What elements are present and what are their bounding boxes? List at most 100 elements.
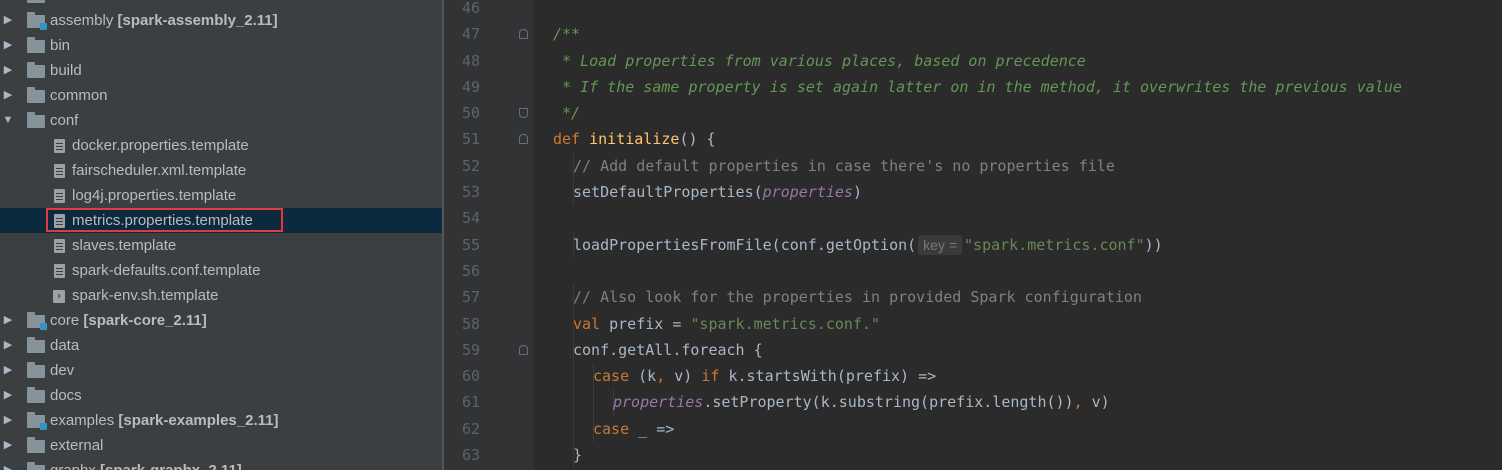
tree-item-fairscheduler-xml-template[interactable]: fairscheduler.xml.template [0, 158, 442, 183]
code-token: , [656, 367, 675, 386]
module-name: [spark-graphx_2.11] [100, 462, 242, 470]
chevron-right-icon[interactable]: ▶ [2, 383, 14, 408]
code-text: val prefix = "spark.metrics.conf." [573, 311, 880, 337]
folder-icon [27, 112, 45, 128]
code-text: case _ => [593, 416, 674, 442]
line-number: 63 [461, 446, 480, 465]
code-text: def initialize() { [553, 126, 716, 152]
tree-item-docker-properties-template[interactable]: docker.properties.template [0, 133, 442, 158]
tree-item-label: log4j.properties.template [72, 183, 236, 208]
tree-item-docs[interactable]: ▶ docs [0, 383, 442, 408]
tree-item-label: assembly [spark-assembly_2.11] [50, 8, 278, 33]
tree-item-label: core [spark-core_2.11] [50, 308, 207, 333]
tree-item-common[interactable]: ▶ common [0, 83, 442, 108]
code-line: 59 conf.getAll.foreach { [444, 336, 1502, 364]
tree-item-data[interactable]: ▶ data [0, 333, 442, 358]
tree-item-conf[interactable]: ▼ conf [0, 108, 442, 133]
line-number: 54 [461, 209, 480, 228]
code-line: 52 // Add default properties in case ther… [444, 152, 1502, 180]
tree-item-graphx[interactable]: ▶ graphx [spark-graphx_2.11] [0, 458, 442, 470]
code-token: prefix = [609, 314, 691, 333]
module-folder-icon [27, 312, 47, 330]
chevron-right-icon[interactable]: ▶ [2, 58, 14, 83]
tree-item-external[interactable]: ▶ external [0, 433, 442, 458]
tree-item-label: docs [50, 383, 82, 408]
fold-marker-icon[interactable] [519, 108, 528, 119]
item-name: metrics.properties.template [72, 212, 253, 229]
line-number: 48 [461, 51, 480, 70]
chevron-right-icon[interactable]: ▶ [2, 308, 14, 333]
tree-item-label: spark-defaults.conf.template [72, 258, 260, 283]
tree-item-label: docker.properties.template [72, 133, 249, 158]
chevron-right-icon[interactable]: ▶ [2, 333, 14, 358]
tree-item-dev[interactable]: ▶ dev [0, 358, 442, 383]
indent-guide [593, 389, 594, 416]
code-text: */ [553, 100, 580, 126]
line-number: 62 [461, 419, 480, 438]
tree-item-label: idea [50, 0, 78, 8]
folder-icon [27, 337, 45, 353]
tree-item-build[interactable]: ▶ build [0, 58, 442, 83]
tree-item-log4j-properties-template[interactable]: log4j.properties.template [0, 183, 442, 208]
folder-icon [27, 437, 45, 453]
code-lines: 46 47 /** 48 * Load properties from various… [444, 0, 1502, 469]
tree-item-spark-defaults-conf-template[interactable]: spark-defaults.conf.template [0, 258, 442, 283]
tree-item-spark-env-sh-template[interactable]: › spark-env.sh.template [0, 283, 442, 308]
tree-item-label: bin [50, 33, 70, 58]
chevron-right-icon[interactable]: ▶ [2, 8, 14, 33]
line-number: 49 [461, 77, 480, 96]
file-icon [54, 164, 65, 178]
code-token: case [593, 367, 639, 386]
line-number: 47 [461, 25, 480, 44]
chevron-right-icon[interactable]: ▶ [2, 433, 14, 458]
tree-item-label: graphx [spark-graphx_2.11] [50, 458, 242, 470]
folder-icon [27, 0, 45, 3]
file-icon [54, 239, 65, 253]
code-token: /** [553, 25, 581, 44]
line-number: 58 [461, 314, 480, 333]
module-name: [spark-assembly_2.11] [117, 12, 278, 29]
tree-item-assembly[interactable]: ▶ assembly [spark-assembly_2.11] [0, 8, 442, 33]
item-name: common [50, 87, 108, 104]
file-icon [54, 139, 65, 153]
line-number: 52 [461, 156, 480, 175]
code-text: setDefaultProperties(properties) [573, 179, 862, 205]
code-line: 48 * Load properties from various places… [444, 48, 1502, 74]
line-number: 55 [461, 235, 480, 254]
code-text: /** [553, 21, 580, 47]
chevron-right-icon[interactable]: ▶ [2, 358, 14, 383]
folder-icon [27, 362, 45, 378]
tree-item-metrics-properties-template[interactable]: metrics.properties.template [0, 208, 442, 233]
line-number: 60 [461, 367, 480, 386]
code-token: // Add default properties in case there'… [573, 156, 1115, 175]
tree-item-idea[interactable]: ▶ idea [0, 0, 442, 8]
chevron-right-icon[interactable]: ▶ [2, 83, 14, 108]
code-token: properties [613, 393, 704, 412]
tree-item-examples[interactable]: ▶ examples [spark-examples_2.11] [0, 408, 442, 433]
code-line: 58 val prefix = "spark.metrics.conf." [444, 310, 1502, 337]
code-token: * Load properties from various places, b… [553, 51, 1086, 70]
indent-guide [573, 389, 574, 416]
tree-item-core[interactable]: ▶ core [spark-core_2.11] [0, 308, 442, 333]
line-number: 57 [461, 288, 480, 307]
fold-marker-icon[interactable] [519, 29, 528, 40]
code-token: val [573, 314, 610, 333]
code-token: "spark.metrics.conf." [690, 314, 881, 333]
code-token: def [553, 130, 590, 149]
code-token: v) [674, 367, 702, 386]
tree-item-bin[interactable]: ▶ bin [0, 33, 442, 58]
fold-marker-icon[interactable] [519, 134, 528, 145]
folder-icon [27, 62, 45, 78]
module-name: [spark-core_2.11] [83, 312, 207, 329]
chevron-right-icon[interactable]: ▶ [2, 408, 14, 433]
chevron-right-icon[interactable]: ▶ [2, 0, 14, 8]
tree-item-slaves-template[interactable]: slaves.template [0, 233, 442, 258]
chevron-right-icon[interactable]: ▶ [2, 458, 14, 470]
file-icon [54, 189, 65, 203]
chevron-right-icon[interactable]: ▶ [2, 33, 14, 58]
code-token: setDefaultProperties( [573, 183, 763, 202]
chevron-down-icon[interactable]: ▼ [2, 108, 14, 133]
code-text: case (k, v) if k.startsWith(prefix) => [593, 363, 936, 389]
fold-marker-icon[interactable] [519, 344, 528, 355]
item-name: idea [50, 0, 78, 4]
